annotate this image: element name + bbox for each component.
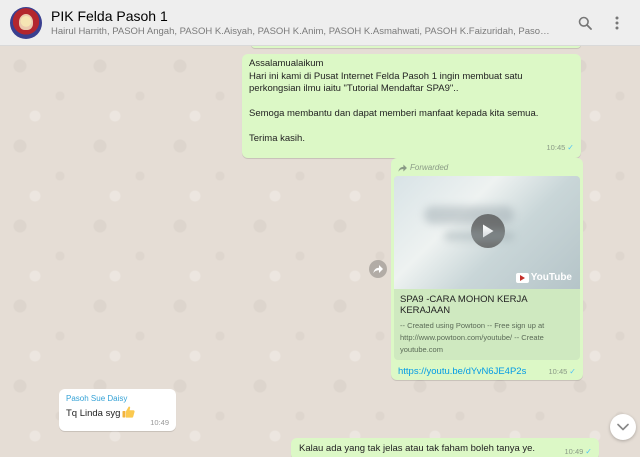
forward-share-icon[interactable]	[369, 260, 387, 278]
chat-panel[interactable]: Assalamualaikum Hari ini kami di Pusat I…	[0, 46, 640, 457]
forwarded-indicator: Forwarded	[394, 161, 580, 176]
forwarded-arrow-icon	[398, 163, 407, 172]
outgoing-message[interactable]: Kalau ada yang tak jelas atau tak faham …	[291, 438, 599, 457]
message-time: 10:49 ✓	[564, 447, 592, 456]
group-avatar[interactable]	[10, 6, 42, 39]
youtube-logo: YouTube	[515, 272, 572, 283]
thumbs-up-emoji	[122, 406, 135, 421]
message-text: Kalau ada yang tak jelas atau tak faham …	[299, 443, 536, 454]
video-thumbnail[interactable]: YouTube	[394, 176, 580, 289]
link-preview-card[interactable]: YouTube SPA9 -CARA MOHON KERJA KERAJAAN …	[394, 176, 580, 360]
outgoing-message[interactable]: Assalamualaikum Hari ini kami di Pusat I…	[242, 54, 581, 158]
chat-info[interactable]: PIK Felda Pasoh 1 Hairul Harrith, PASOH …	[51, 8, 564, 38]
participants-list: Hairul Harrith, PASOH Angah, PASOH K.Ais…	[51, 25, 551, 37]
message-time: 10:45 ✓	[548, 367, 576, 376]
sender-name[interactable]: Pasoh Sue Daisy	[66, 394, 169, 403]
forwarded-link-message[interactable]: Forwarded YouTube SPA9 -CARA MOHON KERJA…	[391, 158, 583, 380]
message-text: Tq Linda syg	[66, 408, 121, 419]
read-receipt-icon: ✓	[569, 367, 576, 376]
incoming-message[interactable]: Pasoh Sue Daisy Tq Linda syg 10:49	[59, 389, 176, 431]
read-receipt-icon: ✓	[585, 447, 592, 456]
preview-title: SPA9 -CARA MOHON KERJA KERAJAAN	[400, 294, 528, 316]
forwarded-label: Forwarded	[410, 163, 449, 172]
search-icon[interactable]	[574, 12, 596, 34]
play-icon[interactable]	[471, 214, 505, 248]
chevron-down-icon[interactable]	[610, 414, 636, 440]
previous-message-bubble	[251, 46, 581, 48]
message-time: 10:45 ✓	[546, 142, 574, 152]
chat-header[interactable]: PIK Felda Pasoh 1 Hairul Harrith, PASOH …	[0, 0, 640, 46]
youtube-play-icon	[515, 272, 529, 283]
preview-description: -- Created using Powtoon -- Free sign up…	[400, 321, 545, 342]
group-title: PIK Felda Pasoh 1	[51, 7, 168, 24]
menu-icon[interactable]	[606, 12, 628, 34]
message-time: 10:49	[150, 418, 169, 427]
preview-site: youtube.com	[400, 345, 443, 354]
message-text: Assalamualaikum Hari ini kami di Pusat I…	[249, 58, 539, 144]
read-receipt-icon: ✓	[567, 142, 574, 152]
